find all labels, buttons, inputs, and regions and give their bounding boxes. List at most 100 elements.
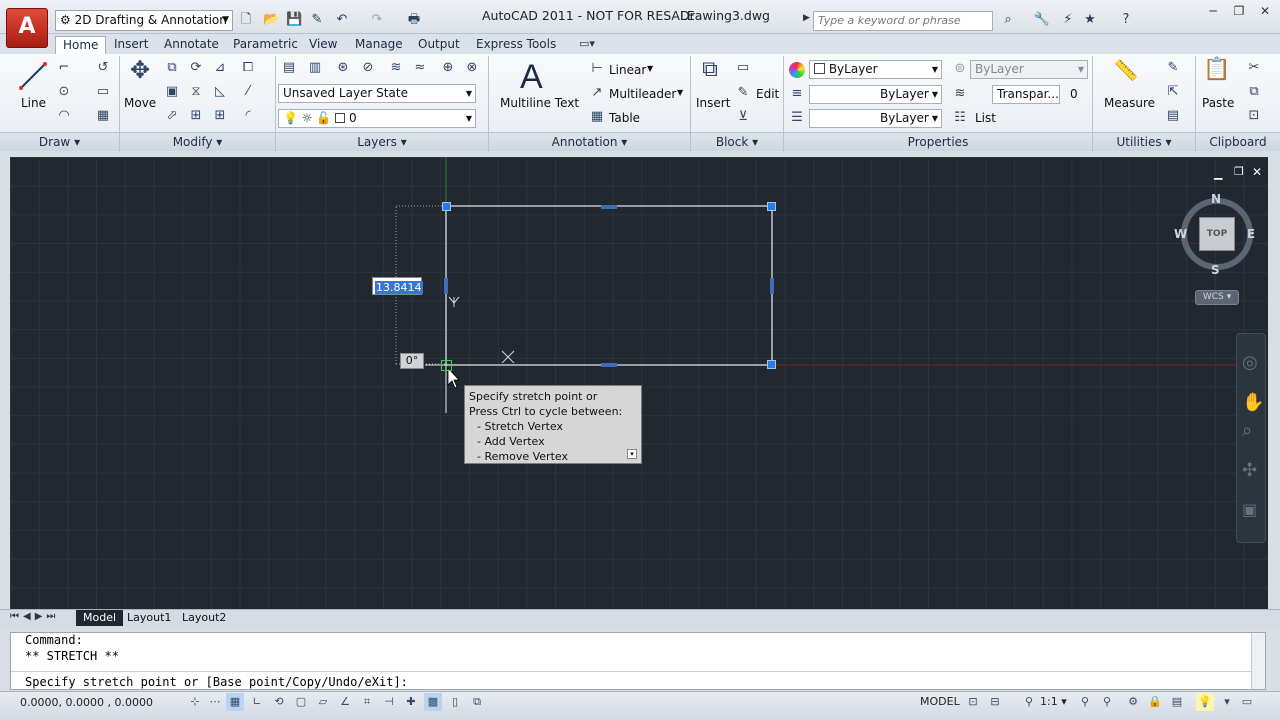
transparency-toggle-icon[interactable]: ▩ (424, 693, 442, 711)
table-label[interactable]: Table (609, 111, 640, 125)
chevron-down-icon[interactable]: ▼ (677, 88, 683, 97)
fillet-icon[interactable]: ◺ (210, 82, 230, 102)
active-grip[interactable] (441, 360, 452, 371)
panel-modify-footer[interactable]: Modify ▾ (120, 132, 275, 151)
tab-layout1[interactable]: Layout1 (120, 610, 178, 626)
edit-label[interactable]: Edit (756, 87, 779, 101)
compass-south[interactable]: S (1211, 263, 1220, 277)
stretch-icon[interactable]: ▣ (162, 82, 182, 102)
workspace-switcher[interactable]: ⚙ 2D Drafting & Annotation ▼ (55, 10, 233, 31)
multiline-text-icon[interactable]: A (520, 58, 543, 97)
panel-annotation-footer[interactable]: Annotation ▾ (489, 132, 690, 151)
polar-tracking-icon[interactable]: ⟲ (270, 693, 288, 711)
measure-icon[interactable]: 📏 (1110, 60, 1142, 88)
copy-clip-icon[interactable]: ⧉ (1244, 82, 1264, 102)
annotation-scale-icon[interactable]: ⚲ (1020, 693, 1038, 711)
lock-ui-icon[interactable]: 🔒 (1146, 693, 1164, 711)
application-menu-button[interactable]: A (6, 8, 48, 48)
corner-grip[interactable] (767, 202, 776, 211)
create-block-icon[interactable]: ▭ (733, 58, 753, 78)
match-properties-icon[interactable]: ⊡ (1244, 106, 1264, 126)
corner-grip[interactable] (442, 202, 451, 211)
object-snap-tracking-icon[interactable]: ∠ (336, 693, 354, 711)
layout-nav-arrows[interactable]: ⏮◀▶⏭ (10, 611, 59, 622)
table-icon[interactable]: ▦ (587, 107, 607, 127)
edit-block-icon[interactable]: ✎ (733, 83, 753, 103)
isolate-objects-icon[interactable]: 💡 (1196, 693, 1214, 711)
search-input[interactable]: Type a keyword or phrase (813, 11, 993, 31)
auto-scale-icon[interactable]: ⚲ (1098, 693, 1116, 711)
favorites-star-icon[interactable]: ★ (1080, 11, 1100, 29)
layer-isolate-icon[interactable]: ⊘ (358, 58, 378, 78)
midpoint-grip[interactable] (601, 205, 617, 209)
quick-properties-icon[interactable]: ▯ (446, 693, 464, 711)
transparency-icon[interactable]: ≋ (950, 84, 970, 104)
midpoint-grip[interactable] (601, 363, 617, 367)
hardware-acceleration-icon[interactable]: ▤ (1168, 693, 1186, 711)
orbit-icon[interactable]: ✣ (1242, 460, 1257, 481)
tab-home[interactable]: Home (55, 36, 107, 54)
new-file-icon[interactable]: 🗋 (237, 11, 255, 29)
lineweight-toggle-icon[interactable]: ✚ (402, 693, 420, 711)
select-all-icon[interactable]: ⇱ (1163, 82, 1183, 102)
dynamic-input-icon[interactable]: ⊣ (380, 693, 398, 711)
layer-state-select[interactable]: Unsaved Layer State ▼ (278, 84, 476, 103)
midpoint-grip[interactable] (444, 278, 448, 294)
tab-parametric[interactable]: Parametric (226, 36, 305, 54)
tab-output[interactable]: Output (411, 36, 467, 54)
ortho-mode-icon[interactable]: ∟ (248, 693, 266, 711)
showmotion-icon[interactable]: ▣ (1242, 500, 1257, 519)
layer-walk-icon[interactable]: ⊗ (462, 58, 482, 78)
tab-annotate[interactable]: Annotate (157, 36, 226, 54)
ucs-menu[interactable]: WCS ▾ (1195, 290, 1239, 305)
annotation-scale-value[interactable]: 1:1 ▾ (1040, 695, 1067, 708)
trim-icon[interactable]: ⊿ (210, 58, 230, 78)
grid-display-icon[interactable]: ▦ (226, 693, 244, 711)
tab-view[interactable]: View (302, 36, 344, 54)
arc-icon[interactable]: ◠ (54, 106, 74, 126)
linetype-icon[interactable]: ☰ (787, 108, 807, 128)
expand-icon[interactable]: ▾ (627, 449, 637, 459)
save-icon[interactable]: 💾 (285, 11, 303, 29)
layer-freeze-icon[interactable]: ≋ (386, 58, 406, 78)
save-as-icon[interactable]: ✎ (308, 11, 326, 29)
binoculars-icon[interactable]: ⌕ (998, 11, 1018, 29)
plot-icon[interactable]: 🖶 (405, 11, 423, 29)
corner-grip[interactable] (767, 360, 776, 369)
array-icon[interactable]: ⊞ (186, 106, 206, 126)
zoom-icon[interactable]: ⌕ (1242, 420, 1252, 441)
cut-icon[interactable]: ✂ (1244, 58, 1264, 78)
command-scrollbar[interactable] (1251, 633, 1265, 689)
network-icon[interactable]: ⚡ (1058, 11, 1078, 29)
chevron-right-icon[interactable]: ▶ (803, 13, 810, 23)
steering-wheel-icon[interactable]: ◎ (1242, 352, 1258, 373)
minimize-icon[interactable]: ─ (1200, 4, 1226, 20)
quick-select-icon[interactable]: ✎ (1163, 58, 1183, 78)
dynamic-distance-input[interactable]: 13.8414 (372, 277, 423, 295)
viewcube-top-face[interactable]: TOP (1199, 217, 1235, 251)
paste-icon[interactable]: 📋 (1202, 59, 1232, 90)
mirror-icon[interactable]: ⧖ (186, 82, 206, 102)
hatch-icon[interactable]: ▦ (93, 106, 113, 126)
color-select[interactable]: ByLayer ▼ (809, 60, 942, 79)
calculator-icon[interactable]: ▤ (1163, 106, 1183, 126)
tab-manage[interactable]: Manage (348, 36, 410, 54)
maximize-icon[interactable]: ❐ (1226, 4, 1252, 20)
layer-previous-icon[interactable]: ⊛ (333, 58, 353, 78)
explode-icon[interactable]: ⁄ (238, 82, 258, 102)
tab-express-tools[interactable]: Express Tools (469, 36, 563, 54)
list-label[interactable]: List (975, 111, 996, 125)
panel-properties-footer[interactable]: Properties (784, 132, 1092, 151)
compass-west[interactable]: W (1174, 227, 1187, 241)
panel-block-footer[interactable]: Block ▾ (691, 132, 783, 151)
annotation-visibility-icon[interactable]: ⚲ (1076, 693, 1094, 711)
status-bar-menu-icon[interactable]: ▾ (1218, 693, 1236, 711)
attribute-icon[interactable]: ⊻ (733, 107, 753, 127)
tab-insert[interactable]: Insert (107, 36, 155, 54)
tab-layout2[interactable]: Layout2 (175, 610, 233, 626)
join-icon[interactable]: ◜ (238, 106, 258, 126)
quick-view-layouts-icon[interactable]: ⊡ (964, 693, 982, 711)
linear-label[interactable]: Linear (609, 63, 646, 77)
offset-icon[interactable]: ⊞ (210, 106, 230, 126)
layer-lock-icon[interactable]: ⊕ (438, 58, 458, 78)
